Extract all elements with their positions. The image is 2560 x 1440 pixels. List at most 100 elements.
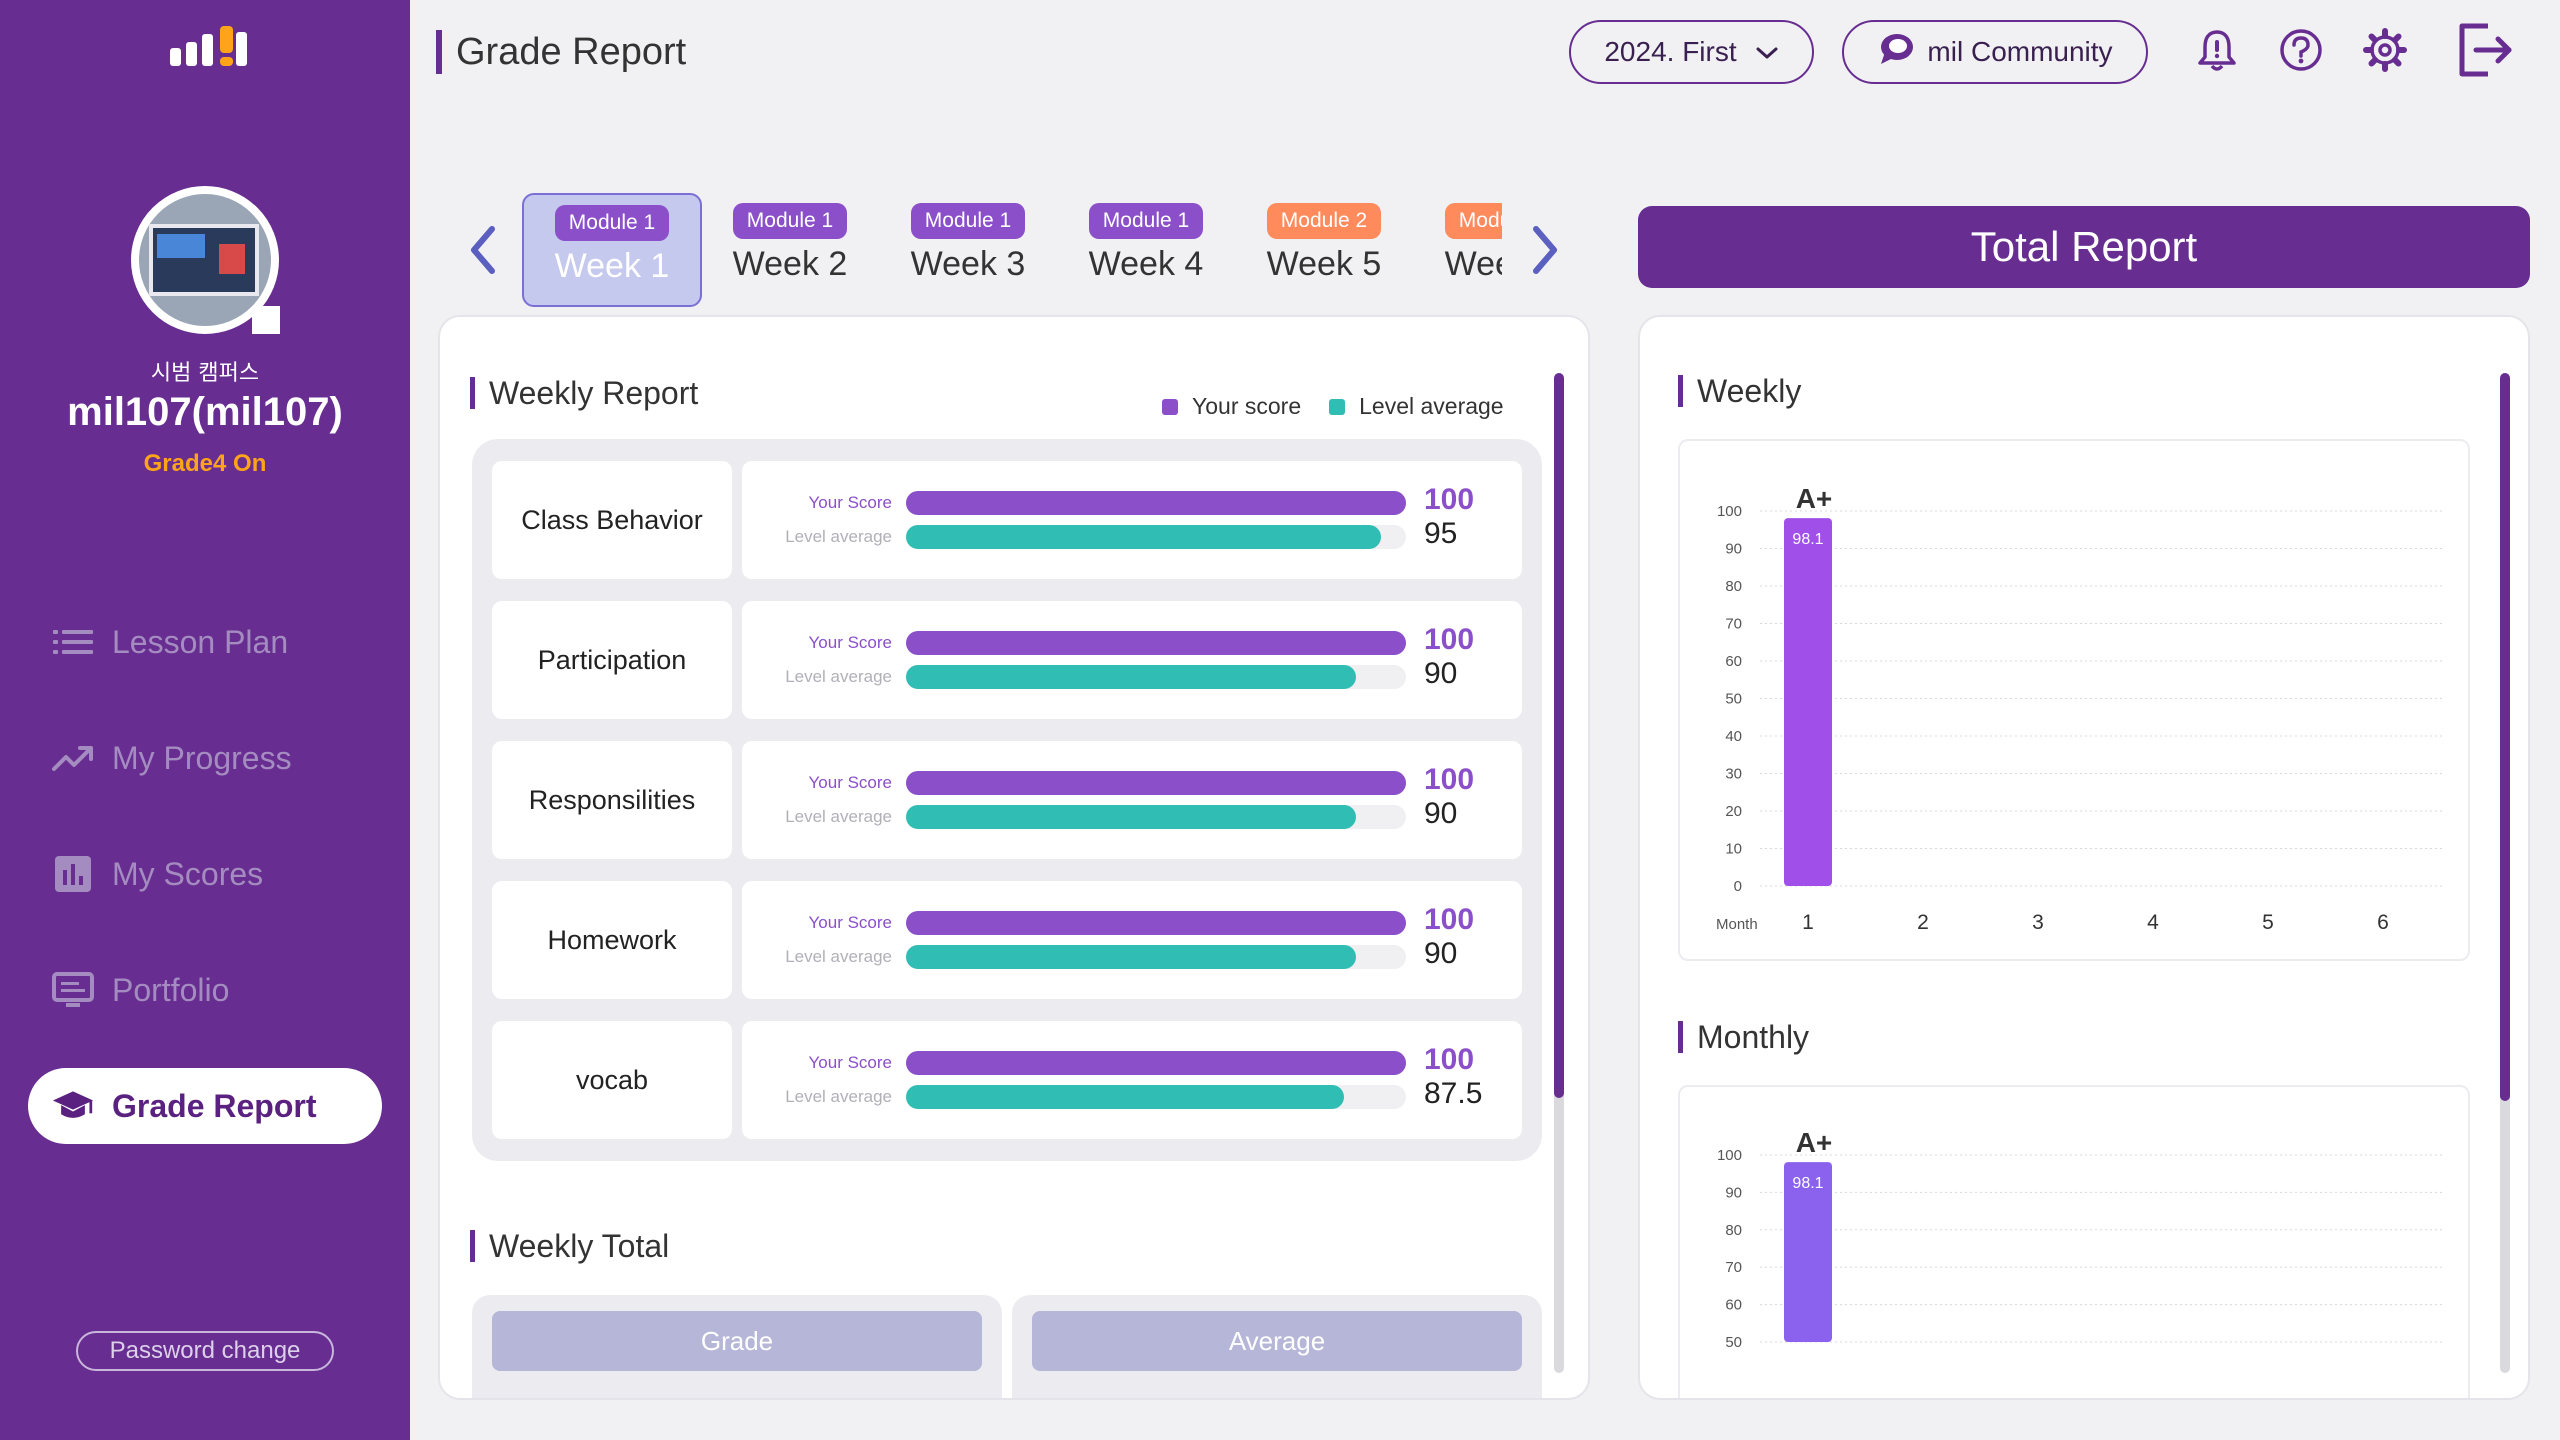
nav-label: My Progress: [112, 739, 292, 776]
average-bar: [906, 525, 1381, 549]
nav-portfolio[interactable]: Portfolio: [28, 952, 382, 1028]
weekly-total-title: Weekly Total: [470, 1230, 669, 1262]
weekly-chart-title: Weekly: [1678, 375, 1801, 407]
your-score-label: Your Score: [808, 493, 892, 512]
score-bars: Your Score Level average 100 95: [742, 461, 1522, 579]
average-header: Average: [1032, 1311, 1522, 1371]
campus-name: 시범 캠퍼스: [150, 361, 260, 386]
average-track: [906, 665, 1406, 689]
score-row: Responsilities Your Score Level average …: [492, 741, 1522, 859]
score-track: [906, 631, 1406, 655]
gear-icon[interactable]: [2359, 24, 2411, 76]
monthly-chart-svg: 50 60 70 80 90 100 98.1 A+: [1717, 1127, 2444, 1351]
average-value: 90: [1424, 797, 1458, 830]
average-bar: [906, 805, 1356, 829]
week-tab[interactable]: Module 1 Week 4: [1056, 193, 1236, 307]
score-bars: Your Score Level average 100 90: [742, 741, 1522, 859]
week-label: Week 5: [1266, 245, 1382, 283]
x-tick-label: 2: [1917, 911, 1929, 934]
app-logo[interactable]: [166, 26, 247, 66]
tabs-next-arrow[interactable]: [1526, 220, 1566, 280]
module-badge: Module 2: [1444, 203, 1502, 239]
chevron-down-icon: [1755, 36, 1779, 68]
score-row: Homework Your Score Level average 100 90: [492, 881, 1522, 999]
average-track: [906, 805, 1406, 829]
score-track: [906, 1051, 1406, 1075]
scrollbar-thumb[interactable]: [1554, 373, 1564, 1098]
password-change-button[interactable]: Password change: [76, 1331, 334, 1371]
nav-grade-report[interactable]: Grade Report: [28, 1068, 382, 1144]
legend-swatch-score: [1162, 398, 1178, 415]
logo-bar: [170, 48, 181, 66]
average-track: [906, 945, 1406, 969]
average-bar: [906, 945, 1356, 969]
y-tick-label: 90: [1725, 1184, 1742, 1201]
week-tab[interactable]: Module 2 Week 6: [1412, 193, 1502, 307]
y-tick-label: 50: [1725, 691, 1742, 708]
bell-icon[interactable]: [2191, 24, 2243, 76]
logout-icon[interactable]: [2454, 20, 2514, 80]
y-tick-label: 0: [1734, 878, 1742, 895]
bar-grade-label: A+: [1796, 483, 1833, 514]
logo-exclamation: [220, 26, 233, 53]
average-bar: [906, 1085, 1344, 1109]
score-bar: [906, 911, 1406, 935]
score-bar: [906, 491, 1406, 515]
y-tick-label: 70: [1725, 616, 1742, 633]
category-label: Class Behavior: [492, 461, 732, 579]
category-label: vocab: [492, 1021, 732, 1139]
logo-dot: [220, 57, 233, 66]
term-value: 2024. First: [1604, 36, 1737, 67]
score-row: Class Behavior Your Score Level average …: [492, 461, 1522, 579]
average-value: 90: [1424, 937, 1458, 970]
community-label: mil Community: [1927, 36, 2113, 67]
score-value: 100: [1424, 903, 1475, 936]
week-tab[interactable]: Module 1 Week 2: [700, 193, 880, 307]
week-label: Week 3: [910, 245, 1026, 283]
logo-bar: [236, 32, 247, 66]
week-tab[interactable]: Module 1 Week 3: [878, 193, 1058, 307]
chart-bar: [1784, 518, 1832, 886]
scrollbar-thumb[interactable]: [2500, 373, 2510, 1101]
nav-lesson-plan[interactable]: Lesson Plan: [28, 604, 382, 680]
community-button[interactable]: mil Community: [1842, 20, 2148, 84]
nav-my-scores[interactable]: My Scores: [28, 836, 382, 912]
total-report-panel: Weekly 0 10 20 30 40 50 60 70 80 90 100 Month 1 98.1 A…: [1638, 315, 2530, 1400]
tabs-prev-arrow[interactable]: [462, 220, 502, 280]
average-value: 87.5: [1424, 1077, 1483, 1110]
your-score-label: Your Score: [808, 913, 892, 932]
module-badge: Module 1: [910, 203, 1026, 239]
level-average-label: Level average: [785, 1087, 892, 1106]
average-bar: [906, 665, 1356, 689]
average-track: [906, 1085, 1406, 1109]
week-label: Week 2: [732, 245, 848, 283]
module-badge: Module 2: [1266, 203, 1382, 239]
score-bars: Your Score Level average 100 90: [742, 601, 1522, 719]
x-tick-label: 6: [2377, 911, 2389, 934]
y-tick-label: 10: [1725, 841, 1742, 858]
weekly-chart-svg: 0 10 20 30 40 50 60 70 80 90 100 Month 1 98.1 A+ 2 3 4 5 6: [1716, 483, 2444, 934]
level-average-label: Level average: [785, 667, 892, 686]
y-tick-label: 80: [1725, 1222, 1742, 1239]
list-icon: [52, 621, 94, 663]
week-tab[interactable]: Module 2 Week 5: [1234, 193, 1414, 307]
y-tick-label: 60: [1725, 1297, 1742, 1314]
avatar-badge: [252, 306, 280, 334]
nav-my-progress[interactable]: My Progress: [28, 720, 382, 796]
total-report-header: Total Report: [1638, 206, 2530, 288]
sidebar: 시범 캠퍼스 mil107(mil107) Grade4 On Lesson P…: [0, 0, 410, 1440]
weekly-report-title: Weekly Report: [470, 377, 698, 409]
term-select[interactable]: 2024. First: [1569, 20, 1814, 84]
y-tick-label: 100: [1717, 503, 1742, 520]
logo-bar: [202, 34, 213, 66]
average-track: [906, 525, 1406, 549]
category-label: Responsilities: [492, 741, 732, 859]
help-icon[interactable]: [2275, 24, 2327, 76]
nav-label: Portfolio: [112, 971, 230, 1008]
week-tab[interactable]: Module 1 Week 1: [522, 193, 702, 307]
module-badge: Module 1: [554, 205, 670, 241]
score-track: [906, 911, 1406, 935]
grade-label: Grade4 On: [143, 450, 267, 477]
level-average-label: Level average: [785, 947, 892, 966]
module-badge: Module 1: [732, 203, 848, 239]
